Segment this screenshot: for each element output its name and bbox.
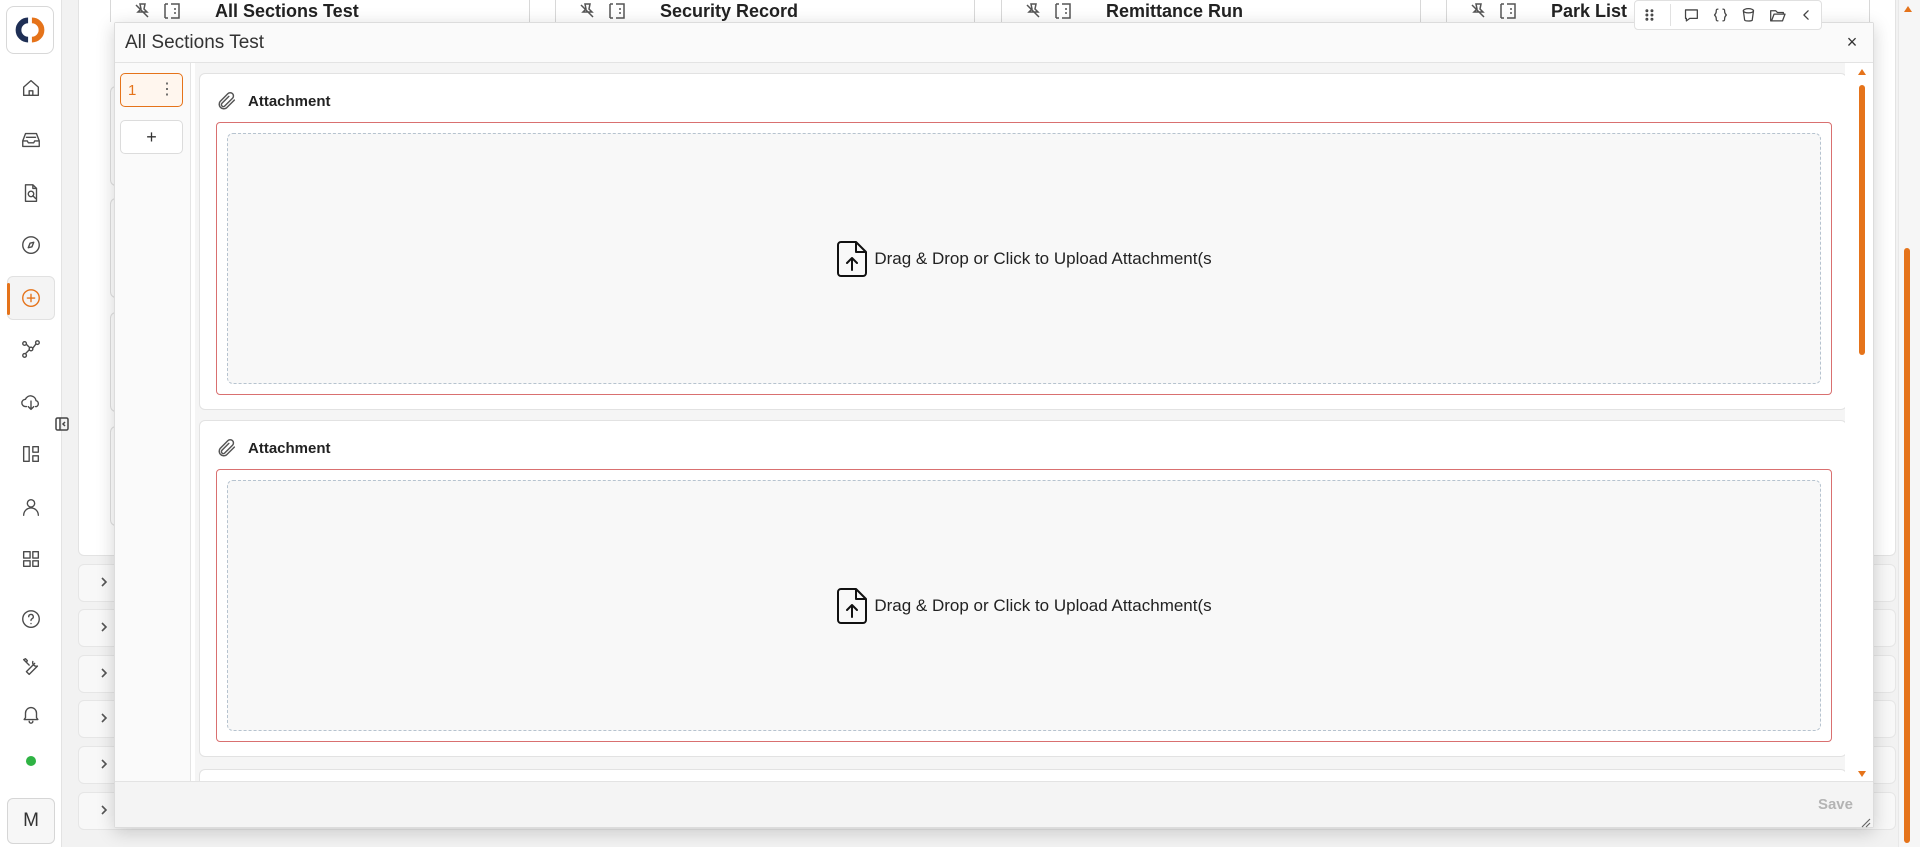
chevron-right-icon [97,575,111,589]
database-icon[interactable] [1740,5,1757,25]
sidebar-item-help[interactable] [7,597,55,641]
chevron-right-icon [97,711,111,725]
chevron-right-icon [97,620,111,634]
comment-icon[interactable] [1683,5,1700,25]
sidebar-item-home[interactable] [7,66,55,110]
modal-footer: Save [115,781,1873,828]
dashboard-icon [22,445,40,463]
background-tab-strip: All Sections Test Security Record Remitt… [110,0,1870,22]
paperclip-icon [218,439,236,457]
document-search-icon [24,184,38,202]
user-icon [22,498,40,516]
expand-panel-icon[interactable] [1054,2,1072,20]
chevron-right-icon [97,666,111,680]
scroll-up-arrow-icon[interactable] [1904,6,1912,12]
background-tab[interactable]: Remittance Run [1001,0,1421,22]
sidebar-item-notifications[interactable] [7,692,55,736]
upload-instruction: Drag & Drop or Click to Upload Attachmen… [874,595,1212,615]
record-modal: All Sections Test × 1 ⋮ + Attachment Dra… [114,22,1874,828]
tab-label: Park List [1551,0,1628,21]
field-label: Attachment [248,92,331,110]
modal-header: All Sections Test × [115,23,1873,63]
compass-icon [22,236,40,254]
sidebar-collapse-toggle[interactable] [53,415,71,433]
close-button[interactable]: × [1843,32,1861,52]
drag-handle-icon[interactable] [1641,5,1658,25]
chevron-right-icon [97,757,111,771]
sidebar-item-layouts[interactable] [7,537,55,581]
scrollbar-thumb[interactable] [1904,248,1910,843]
code-braces-icon[interactable] [1712,5,1729,25]
scroll-up-arrow-icon[interactable] [1858,69,1866,75]
section-rail: 1 ⋮ + [115,63,191,781]
modal-scrollbar[interactable] [1855,63,1871,781]
kebab-menu-icon[interactable]: ⋮ [159,82,175,98]
sidebar-item-dashboard[interactable] [7,432,55,476]
upload-dropzone[interactable]: Drag & Drop or Click to Upload Attachmen… [216,469,1832,742]
bell-icon [23,706,39,724]
unpin-icon[interactable] [1469,2,1487,20]
tab-label: Security Record [660,0,799,21]
sidebar-item-workflow[interactable] [7,327,55,371]
sidebar-item-inbox[interactable] [7,118,55,162]
upload-instruction: Drag & Drop or Click to Upload Attachmen… [874,248,1212,268]
sidebar-collapse-icon [55,417,69,431]
attachment-field: Attachment Drag & Drop or Click to Uploa… [199,420,1845,757]
resize-handle-icon[interactable] [1861,815,1871,828]
help-icon [22,610,40,628]
unpin-icon[interactable] [578,2,596,20]
layout-icon [22,550,40,568]
sidebar-item-tools[interactable] [7,645,55,689]
background-tab[interactable]: Security Record [555,0,975,22]
field-label: Attachment [248,439,331,457]
expand-panel-icon[interactable] [608,2,626,20]
sidebar-item-create[interactable] [7,276,55,320]
scroll-down-arrow-icon[interactable] [1858,771,1866,777]
tab-label: Remittance Run [1106,0,1244,21]
file-upload-icon [837,240,868,277]
expand-panel-icon[interactable] [1499,2,1517,20]
inbox-icon [22,132,40,148]
sidebar-item-users[interactable] [7,485,55,529]
folder-open-icon[interactable] [1769,5,1786,25]
attachment-field: Attachment Drag & Drop or Click to Uploa… [199,73,1845,410]
floating-toolbar [1634,0,1822,30]
tab-label: All Sections Test [215,0,359,21]
chevron-right-icon [97,803,111,817]
upload-dropzone[interactable]: Drag & Drop or Click to Upload Attachmen… [216,122,1832,395]
brand-logo-icon [15,17,45,43]
page-scrollbar[interactable] [1898,0,1920,847]
tools-icon [22,658,39,676]
add-circle-icon [22,289,40,307]
cloud-download-icon [21,395,39,411]
sidebar-item-explore[interactable] [7,223,55,267]
home-icon [22,79,40,97]
sidebar-item-cloud[interactable] [7,380,55,424]
next-field-card [199,769,1845,781]
form-content: Attachment Drag & Drop or Click to Uploa… [195,63,1845,781]
section-tab[interactable]: 1 ⋮ [120,73,183,107]
app-logo[interactable] [6,6,54,54]
modal-title: All Sections Test [125,32,265,53]
paperclip-icon [218,92,236,110]
background-tab[interactable]: All Sections Test [110,0,530,22]
section-number: 1 [128,81,137,99]
expand-panel-icon[interactable] [163,2,181,20]
unpin-icon[interactable] [1024,2,1042,20]
unpin-icon[interactable] [133,2,151,20]
scrollbar-thumb[interactable] [1859,85,1865,355]
save-button[interactable]: Save [1818,796,1853,813]
workflow-icon [22,340,40,358]
add-section-button[interactable]: + [120,120,183,154]
file-upload-icon [837,587,868,624]
chevron-left-icon[interactable] [1798,5,1815,25]
avatar[interactable]: M [7,798,55,844]
sidebar-item-document-search[interactable] [7,171,55,215]
online-status-indicator [26,756,36,766]
